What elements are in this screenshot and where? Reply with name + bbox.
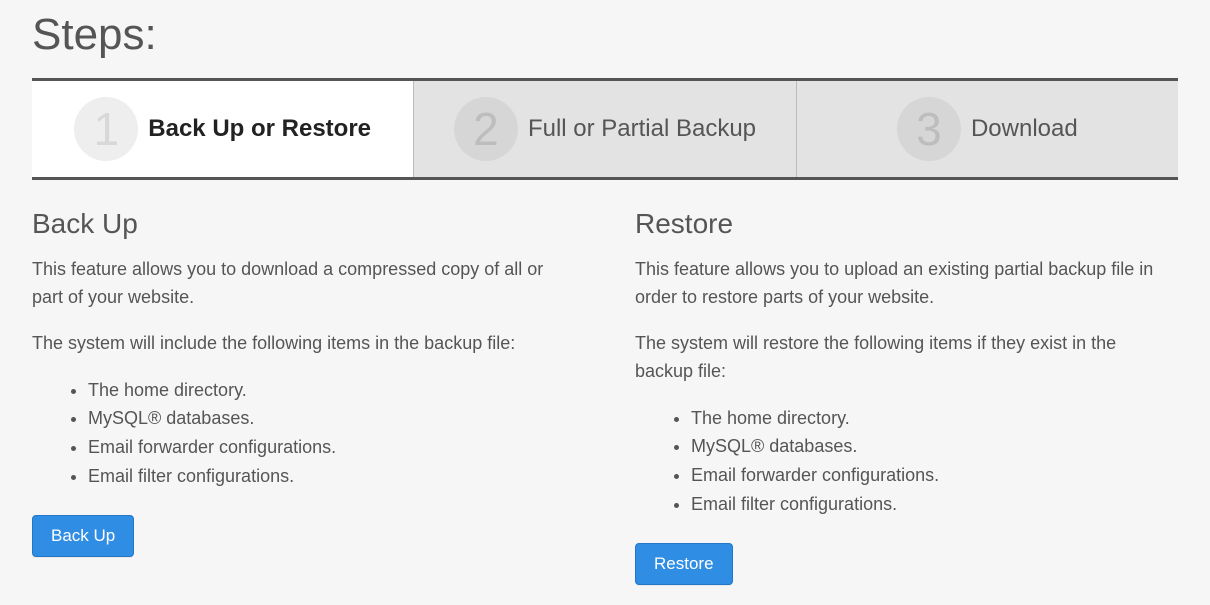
restore-section: Restore This feature allows you to uploa… [635, 208, 1178, 585]
step-download[interactable]: 3 Download [797, 81, 1178, 177]
steps-nav: 1 Back Up or Restore 2 Full or Partial B… [32, 81, 1178, 180]
list-item: MySQL® databases. [88, 404, 575, 433]
step-label: Back Up or Restore [148, 115, 371, 143]
back-up-button[interactable]: Back Up [32, 515, 134, 557]
backup-description-1: This feature allows you to download a co… [32, 256, 575, 312]
restore-title: Restore [635, 208, 1178, 240]
step-number-icon: 3 [897, 97, 961, 161]
list-item: MySQL® databases. [691, 432, 1178, 461]
backup-section: Back Up This feature allows you to downl… [32, 208, 575, 585]
step-number-icon: 2 [454, 97, 518, 161]
backup-items-list: The home directory. MySQL® databases. Em… [32, 376, 575, 491]
restore-items-list: The home directory. MySQL® databases. Em… [635, 404, 1178, 519]
restore-description-1: This feature allows you to upload an exi… [635, 256, 1178, 312]
backup-title: Back Up [32, 208, 575, 240]
list-item: Email forwarder configurations. [88, 433, 575, 462]
restore-description-2: The system will restore the following it… [635, 330, 1178, 386]
list-item: Email filter configurations. [691, 490, 1178, 519]
list-item: Email forwarder configurations. [691, 461, 1178, 490]
list-item: The home directory. [691, 404, 1178, 433]
step-number-icon: 1 [74, 97, 138, 161]
list-item: Email filter configurations. [88, 462, 575, 491]
step-label: Download [971, 115, 1078, 143]
step-full-or-partial-backup[interactable]: 2 Full or Partial Backup [414, 81, 796, 177]
list-item: The home directory. [88, 376, 575, 405]
step-label: Full or Partial Backup [528, 115, 756, 143]
backup-description-2: The system will include the following it… [32, 330, 575, 358]
page-title: Steps: [32, 10, 1178, 60]
restore-button[interactable]: Restore [635, 543, 733, 585]
step-back-up-or-restore[interactable]: 1 Back Up or Restore [32, 81, 414, 177]
content-area: Back Up This feature allows you to downl… [32, 208, 1178, 585]
